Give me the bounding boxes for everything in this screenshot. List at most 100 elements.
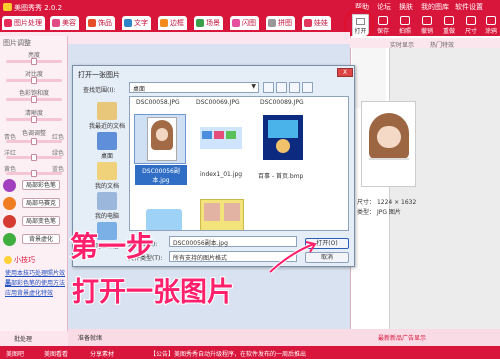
file-name[interactable]: 百事 - 首页.bmp [258,171,303,180]
preview-face [377,126,401,148]
doodle-icon [486,16,496,25]
settings-link[interactable]: 软件设置 [455,2,483,12]
redo-label: 重做 [442,28,455,35]
tab-scene[interactable]: 场景 [194,16,223,30]
doodle-button[interactable]: 涂鸦 [480,14,500,35]
brightness-slider[interactable] [6,58,62,65]
slider-knob[interactable] [31,116,37,123]
skin-link[interactable]: 换肤 [399,2,413,12]
slider-knob[interactable] [31,96,37,103]
look-in-value: 桌面 [133,86,146,93]
file-name[interactable]: DSC00058.JPG [136,99,180,106]
redo-button[interactable]: 重做 [438,14,460,35]
arrow-icon [268,241,317,274]
file-name[interactable]: DSC00069.JPG [196,99,240,106]
slider-knob[interactable] [31,170,37,177]
desktop-icon [97,132,117,150]
thumb-block [226,131,236,139]
file-name[interactable]: DSC00089.JPG [260,99,304,106]
heart-icon [88,19,96,27]
bulb-icon [4,256,12,264]
close-icon[interactable]: X [337,68,353,77]
effect-recolor[interactable]: 局部变色笔 [3,214,67,228]
tab-doll[interactable]: 娃娃 [302,16,331,30]
save-icon [378,16,388,25]
slider-knob[interactable] [31,58,37,65]
bottom-strip: 准备就绪 最新新品广告显示 [68,329,500,346]
place-documents[interactable]: 我的文档 [85,162,129,190]
blur-icon [3,233,16,246]
view-menu-icon[interactable] [302,82,313,93]
tip-link[interactable]: 应用背景虚化特效 [5,288,53,297]
panel-title: 图片调整 [3,39,31,47]
slider-knob[interactable] [31,138,37,145]
back-icon[interactable] [263,82,274,93]
place-desktop[interactable]: 桌面 [85,132,129,160]
tab-beauty[interactable]: 美容 [50,16,79,30]
tab-label: 美容 [62,19,76,27]
place-recent[interactable]: 我最近的文档 [85,102,129,130]
status-link[interactable]: 美图吧 [6,349,24,358]
file-list: DSC00058.JPG DSC00069.JPG DSC00089.JPG D… [129,96,349,231]
magenta-green-slider[interactable] [6,154,62,161]
photo-face [156,128,168,141]
effects-gallery [389,48,500,334]
status-link[interactable]: 美图看看 [44,349,68,358]
tab-image-processing[interactable]: 图片处理 [2,16,45,30]
effect-color-brush[interactable]: 局部彩色笔 [3,178,67,192]
thumb-block [202,131,212,139]
tab-label: 拼图 [278,19,292,27]
forum-link[interactable]: 论坛 [377,2,391,12]
thumb-block [276,139,290,153]
app-logo-icon [3,3,12,11]
effect-button-label[interactable]: 局部彩色笔 [22,180,60,190]
camera-icon [400,16,410,25]
new-folder-icon[interactable] [289,82,300,93]
text-icon [124,19,132,27]
look-in-select[interactable]: 桌面 ▼ [129,82,259,93]
effect-button-label[interactable]: 局部马赛克 [22,198,60,208]
tab-collage[interactable]: 拼图 [266,16,295,30]
save-button[interactable]: 保存 [372,14,394,35]
tab-label: 闪图 [242,19,256,27]
tab-accessories[interactable]: 饰品 [86,16,115,30]
saturation-slider[interactable] [6,96,62,103]
batch-label: 批处理 [14,336,33,343]
slider-knob[interactable] [31,77,37,84]
camera-button[interactable]: 拍照 [394,14,416,35]
my-gallery-link[interactable]: 我的图库 [421,2,449,12]
yellow-blue-slider[interactable] [6,170,62,177]
tab-text[interactable]: 文字 [122,16,151,30]
announcement[interactable]: 【公告】美图秀秀自动升级程序，在软件发布的一周后推出 [150,349,306,358]
recent-icon [97,102,117,120]
effect-button-label[interactable]: 局部变色笔 [22,216,60,226]
effect-mosaic[interactable]: 局部马赛克 [3,196,67,210]
sharpness-slider[interactable] [6,116,62,123]
place-label: 我最近的文档 [88,123,125,130]
file-name-selected[interactable]: DSC00056副本.jpg [135,165,187,185]
place-computer[interactable]: 我的电脑 [85,192,129,220]
slider-knob[interactable] [31,154,37,161]
file-name[interactable]: index1_01.jpg [200,171,242,178]
cyan-red-slider[interactable] [6,138,62,145]
documents-icon [97,162,117,180]
size-value: 1224 × 1632 [376,199,417,206]
effect-blur-bg[interactable]: 背景虚化 [3,232,67,246]
batch-footer[interactable]: 批处理 [0,331,68,346]
status-link[interactable]: 分享素材 [90,349,114,358]
flash-icon [232,19,240,27]
resize-button[interactable]: 尺寸 [460,14,482,35]
contrast-slider[interactable] [6,77,62,84]
thumb-block [224,203,240,221]
tab-label: 边框 [170,19,184,27]
tip-link[interactable]: 局部彩色笔的使用方法 [5,278,65,287]
up-folder-icon[interactable] [276,82,287,93]
ad-link[interactable]: 最新新品广告显示 [378,333,426,342]
effect-button-label[interactable]: 背景虚化 [22,234,60,244]
tab-frame[interactable]: 边框 [158,16,187,30]
tab-flash[interactable]: 闪图 [230,16,259,30]
size-label: 尺寸： [357,199,376,206]
ready-status: 准备就绪 [78,335,103,342]
undo-label: 撤销 [420,28,433,35]
undo-button[interactable]: 撤销 [416,14,438,35]
